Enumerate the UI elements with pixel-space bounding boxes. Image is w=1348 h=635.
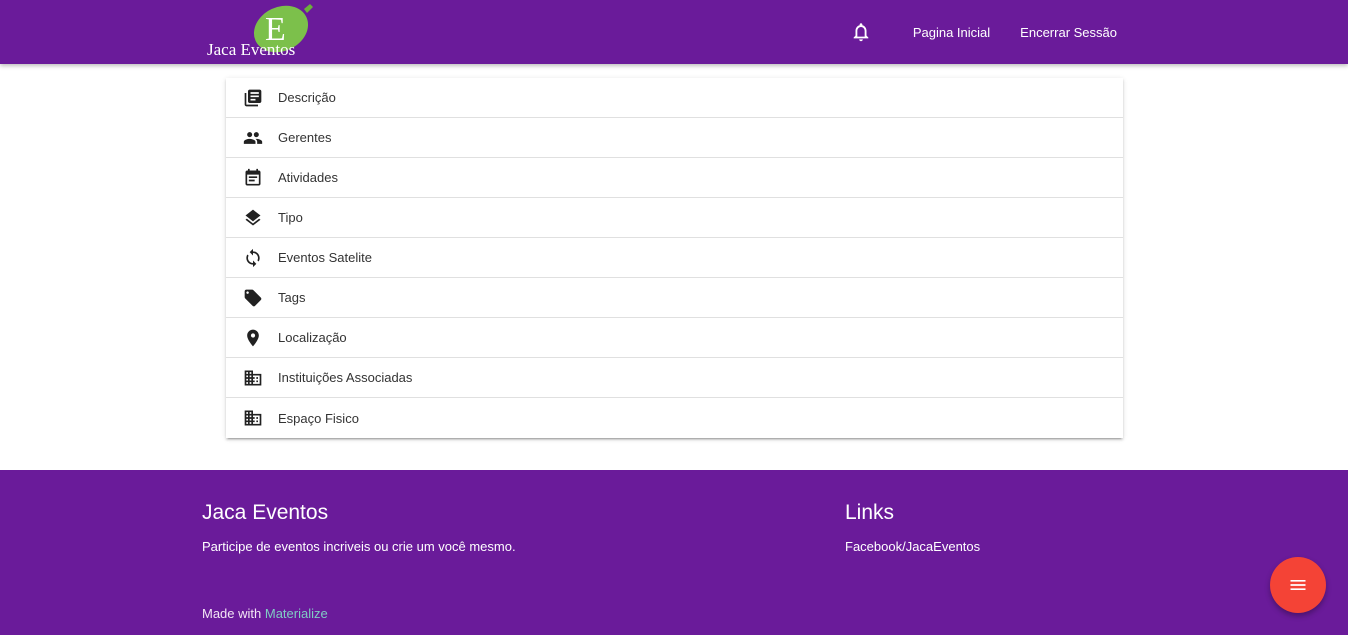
list-item-tipo[interactable]: Tipo <box>226 198 1123 238</box>
notifications-icon <box>853 23 869 42</box>
nav-actions: Pagina Inicial Encerrar Sessão <box>843 0 1132 64</box>
logo-text: Jaca Eventos <box>207 40 296 59</box>
footer-credits: Made with Materialize <box>202 606 328 621</box>
sync-icon <box>243 248 263 268</box>
nav-link-home[interactable]: Pagina Inicial <box>898 25 1005 40</box>
list-item-label: Eventos Satelite <box>278 250 372 265</box>
footer-brand-text: Participe de eventos incriveis ou crie u… <box>202 539 516 554</box>
list-item-instituicoes[interactable]: Instituições Associadas <box>226 358 1123 398</box>
list-item-tags[interactable]: Tags <box>226 278 1123 318</box>
people-icon <box>243 128 263 148</box>
floating-menu-button[interactable] <box>1270 557 1326 613</box>
list-item-localizacao[interactable]: Localização <box>226 318 1123 358</box>
list-item-label: Localização <box>278 330 347 345</box>
list-item-label: Gerentes <box>278 130 332 145</box>
footer-facebook-link[interactable]: Facebook/JacaEventos <box>845 539 980 554</box>
business-icon <box>243 408 263 428</box>
footer-links-title: Links <box>845 501 895 524</box>
list-item-descricao[interactable]: Descrição <box>226 78 1123 118</box>
list-item-label: Tipo <box>278 210 303 225</box>
list-item-label: Descrição <box>278 90 336 105</box>
footer-brand-title: Jaca Eventos <box>202 501 329 524</box>
list-item-gerentes[interactable]: Gerentes <box>226 118 1123 158</box>
list-item-label: Espaço Fisico <box>278 410 359 426</box>
event-note-icon <box>243 168 263 188</box>
page-footer: Jaca Eventos Participe de eventos incriv… <box>0 470 1348 635</box>
place-icon <box>243 328 263 348</box>
top-navbar: E Jaca Eventos Pagina Inicial Encerrar S… <box>0 0 1348 64</box>
nav-link-logout[interactable]: Encerrar Sessão <box>1005 25 1132 40</box>
list-item-label: Instituições Associadas <box>278 370 413 385</box>
event-sections-list: Descrição Gerentes Atividades Tipo Event… <box>226 78 1123 438</box>
library-books-icon <box>243 88 263 108</box>
menu-icon <box>1290 580 1306 590</box>
materialize-link[interactable]: Materialize <box>265 606 328 621</box>
layers-icon <box>243 208 263 228</box>
made-with-text: Made with <box>202 606 265 621</box>
notifications-button[interactable] <box>843 14 879 50</box>
list-item-label: Tags <box>278 290 306 305</box>
label-icon <box>243 288 263 308</box>
list-item-espaco-fisico[interactable]: Espaço Fisico <box>226 398 1123 438</box>
list-item-label: Atividades <box>278 170 338 185</box>
list-item-atividades[interactable]: Atividades <box>226 158 1123 198</box>
business-icon <box>243 368 263 388</box>
list-item-eventos-satelite[interactable]: Eventos Satelite <box>226 238 1123 278</box>
brand-logo[interactable]: E Jaca Eventos <box>206 4 318 62</box>
